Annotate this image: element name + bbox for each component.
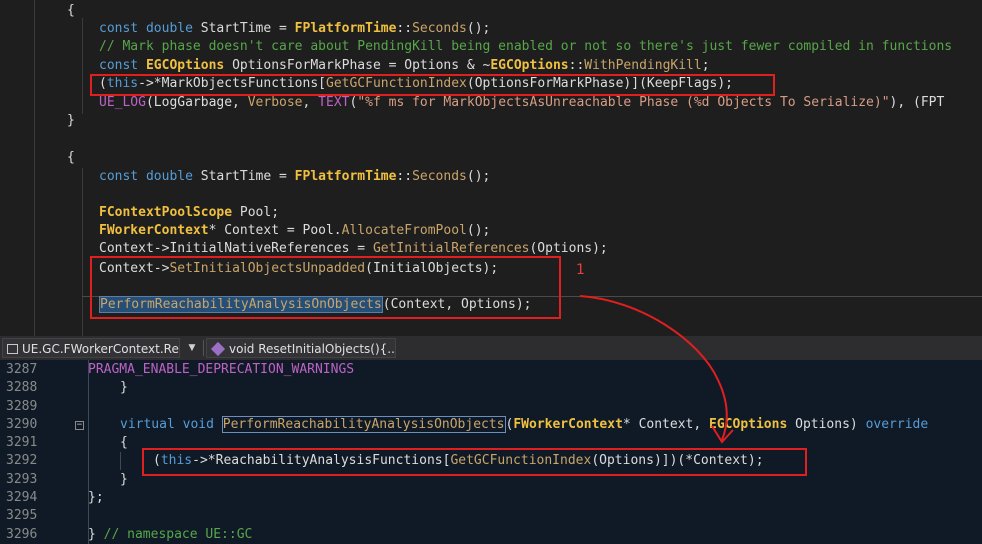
annotation-arrow-path: [579, 295, 728, 441]
annotation-arrow: [579, 295, 734, 444]
